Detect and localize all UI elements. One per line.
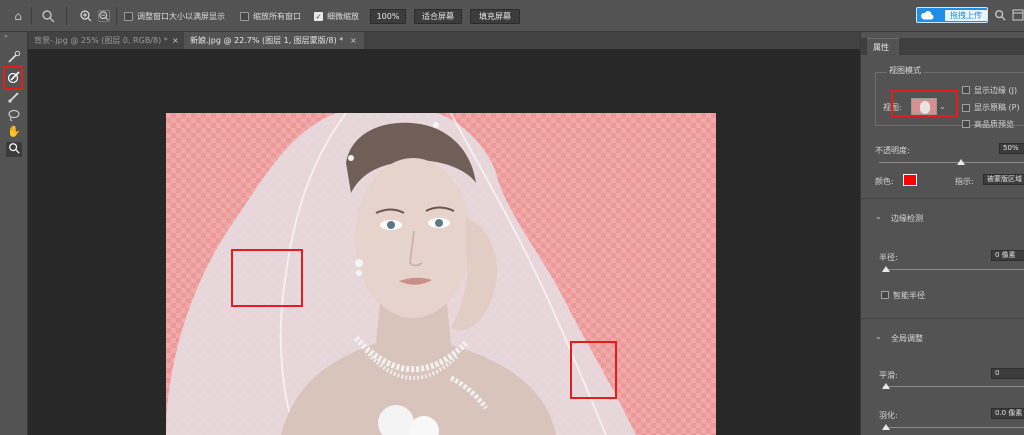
opacity-field[interactable]: 50% [999, 143, 1024, 154]
feather-slider[interactable] [883, 427, 1024, 428]
brush-icon[interactable] [6, 90, 22, 105]
divider [861, 318, 1024, 319]
workspace-icon[interactable] [1010, 9, 1024, 23]
fit-screen-button[interactable]: 适合屏幕 [414, 9, 462, 24]
hand-icon[interactable]: ✋ [6, 124, 22, 139]
zoom-out-icon[interactable] [98, 10, 110, 22]
document-image[interactable] [166, 113, 716, 435]
refine-edge-brush-icon[interactable] [6, 70, 22, 85]
close-icon[interactable]: × [172, 32, 179, 49]
color-label: 颜色: [875, 177, 894, 186]
smart-radius-checkbox[interactable] [881, 291, 889, 299]
photoshop-window: ⌂ 调整窗口大小以满屏显示 缩放所有窗口 ✓ 细微缩放 100% 适合屏幕 填充… [0, 0, 1024, 435]
show-original-checkbox[interactable] [962, 104, 970, 112]
view-highlight [891, 90, 958, 117]
opacity-slider-thumb[interactable] [956, 159, 965, 165]
resize-windows-label: 调整窗口大小以满屏显示 [137, 12, 225, 21]
chevron-down-icon[interactable]: ⌄ [875, 332, 882, 341]
close-icon[interactable]: × [350, 32, 357, 49]
radius-field[interactable]: 0 像素 [991, 250, 1024, 261]
document-tabs: 背景-.jpg @ 25% (图层 0, RGB/8) * × 新娘.jpg @… [28, 32, 860, 49]
opacity-slider[interactable] [879, 162, 1024, 163]
separator [116, 7, 117, 25]
smooth-slider[interactable] [883, 386, 1024, 387]
feather-slider-thumb[interactable] [882, 424, 890, 430]
search-icon[interactable] [992, 9, 1008, 23]
radius-label: 半径: [879, 253, 898, 262]
tab-bride-doc[interactable]: 新娘.jpg @ 22.7% (图层 1, 图层蒙版/8) * × [184, 32, 364, 49]
scrubby-zoom-checkbox[interactable]: ✓ [314, 12, 323, 21]
show-edge-checkbox[interactable] [962, 86, 970, 94]
tab-label: 背景-.jpg @ 25% (图层 0, RGB/8) * [34, 36, 168, 45]
tab-background-doc[interactable]: 背景-.jpg @ 25% (图层 0, RGB/8) * × [28, 32, 183, 49]
divider [861, 198, 1024, 199]
opacity-label: 不透明度: [875, 146, 910, 155]
tab-label: 新娘.jpg @ 22.7% (图层 1, 图层蒙版/8) * [190, 36, 344, 45]
view-mode-title: 视图模式 [887, 65, 923, 76]
smooth-label: 平滑: [879, 371, 898, 380]
search-tool-icon[interactable] [40, 9, 56, 23]
feather-label: 羽化: [879, 411, 898, 420]
zoom-all-windows-label: 缩放所有窗口 [253, 12, 301, 21]
separator [31, 7, 32, 25]
home-icon[interactable]: ⌂ [10, 9, 26, 23]
color-swatch[interactable] [903, 174, 917, 186]
zoom-in-icon[interactable] [80, 10, 92, 22]
fill-screen-button[interactable]: 填充屏幕 [470, 9, 520, 24]
show-edge-label: 显示边缘 (J) [974, 86, 1018, 95]
zoom-icon[interactable] [6, 142, 22, 157]
hq-preview-label: 高品质预览 [974, 120, 1014, 129]
edge-detection-title: 边缘检测 [891, 214, 923, 223]
tools-panel: » ✋ [0, 32, 28, 435]
upload-button[interactable]: 拖拽上传 [916, 7, 988, 23]
indicate-select[interactable]: 被蒙版区域 [983, 174, 1024, 185]
feather-field[interactable]: 0.0 像素 [991, 408, 1024, 419]
radius-slider[interactable] [883, 269, 1024, 270]
annotation-box-left [231, 249, 303, 307]
canvas-area[interactable] [28, 49, 860, 435]
chevron-down-icon[interactable]: ⌄ [875, 212, 882, 221]
scrubby-zoom-label: 细微缩放 [327, 12, 359, 21]
smooth-field[interactable]: 0 [991, 368, 1024, 379]
smart-radius-label: 智能半径 [893, 291, 925, 300]
properties-panel: 属性 视图模式 视图: ⌄ 显示边缘 (J) 显示原稿 (P) 高品质预览 不透… [860, 32, 1024, 435]
lasso-icon[interactable] [6, 108, 22, 123]
smooth-slider-thumb[interactable] [882, 383, 890, 389]
upload-label: 拖拽上传 [945, 10, 987, 21]
zoom-value-field[interactable]: 100% [370, 9, 406, 24]
resize-windows-checkbox[interactable] [124, 12, 133, 21]
annotation-box-right [570, 341, 617, 399]
quick-selection-icon[interactable] [6, 50, 22, 65]
collapse-icon[interactable]: » [4, 33, 8, 40]
show-original-label: 显示原稿 (P) [974, 103, 1020, 112]
global-refinements-title: 全局调整 [891, 334, 923, 343]
tab-properties[interactable]: 属性 [867, 38, 899, 55]
separator [66, 7, 67, 25]
indicate-label: 指示: [955, 177, 974, 186]
radius-slider-thumb[interactable] [882, 266, 890, 272]
hq-preview-checkbox[interactable] [962, 120, 970, 128]
options-bar: ⌂ 调整窗口大小以满屏显示 缩放所有窗口 ✓ 细微缩放 100% 适合屏幕 填充… [0, 0, 1024, 32]
cloud-icon [920, 10, 934, 21]
zoom-all-windows-checkbox[interactable] [240, 12, 249, 21]
